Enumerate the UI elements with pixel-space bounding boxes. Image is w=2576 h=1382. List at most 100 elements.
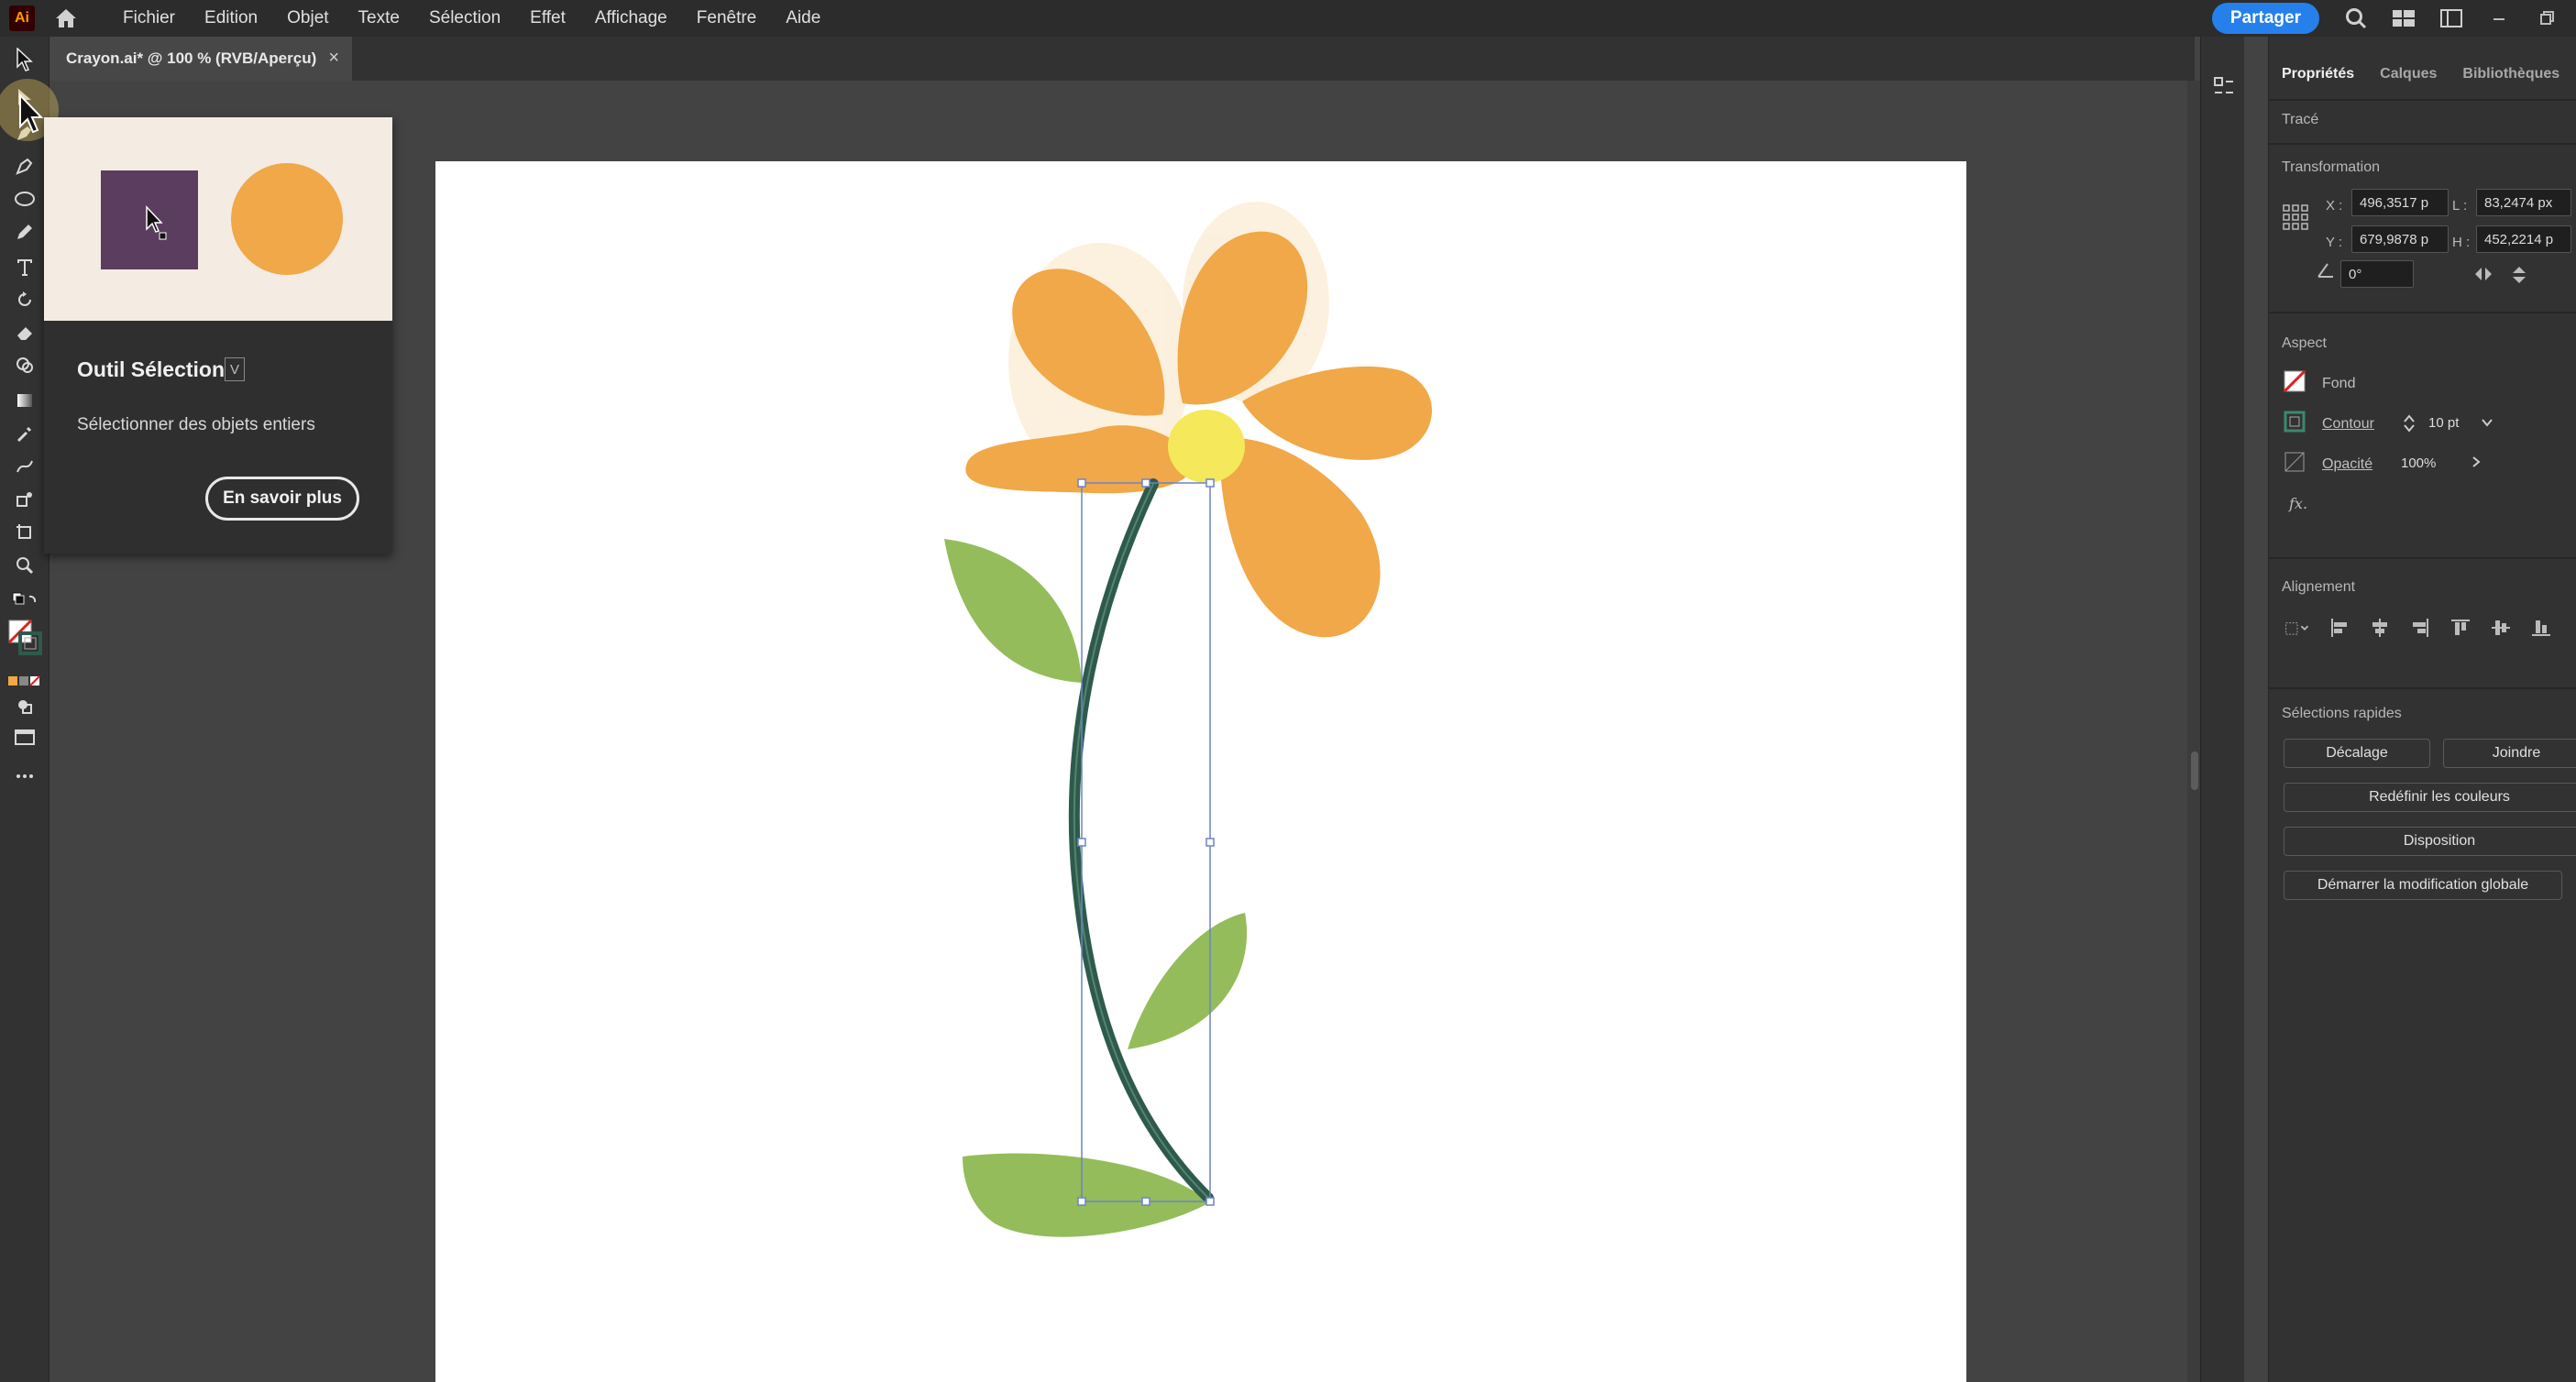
align-left-icon[interactable] — [2326, 614, 2353, 642]
chevron-right-icon[interactable] — [2471, 455, 2482, 474]
recolor-button[interactable]: Redéfinir les couleurs — [2284, 783, 2576, 812]
flip-vertical-icon[interactable] — [2509, 264, 2529, 291]
eyedropper-tool-icon[interactable] — [7, 418, 42, 449]
menu-effet[interactable]: Effet — [515, 0, 580, 37]
document-tab-label: Crayon.ai* @ 100 % (RVB/Aperçu) — [66, 49, 317, 67]
rotation-field[interactable]: 0° — [2340, 260, 2414, 288]
tab-proprietes[interactable]: Propriétés — [2282, 66, 2354, 82]
alignment-title: Alignement — [2282, 579, 2356, 595]
symbol-sprayer-tool-icon[interactable] — [7, 484, 42, 515]
zoom-tool-icon[interactable] — [7, 550, 42, 581]
vertical-scrollbar[interactable] — [2187, 81, 2200, 1382]
join-button[interactable]: Joindre — [2443, 739, 2576, 768]
rotate-tool-icon[interactable] — [7, 284, 42, 315]
app-logo: Ai — [9, 5, 35, 31]
reference-point-icon[interactable] — [2282, 203, 2309, 236]
stroke-label[interactable]: Contour — [2322, 416, 2374, 433]
workspace-icon[interactable] — [2385, 0, 2422, 37]
opacity-field[interactable]: 100% — [2394, 449, 2467, 477]
height-field[interactable]: 452,2214 p — [2476, 225, 2571, 253]
align-top-icon[interactable] — [2447, 614, 2474, 642]
curvature-tool-icon[interactable] — [7, 150, 42, 181]
tooltip-title: Outil Sélection — [77, 357, 226, 381]
minimize-icon[interactable] — [2481, 0, 2517, 37]
artboard-tool-icon[interactable] — [7, 517, 42, 548]
menu-fichier[interactable]: Fichier — [108, 0, 190, 37]
rotate-angle-icon — [2315, 260, 2337, 285]
width-field[interactable]: 83,2474 px — [2476, 189, 2571, 216]
home-icon[interactable] — [51, 4, 81, 33]
menu-affichage[interactable]: Affichage — [580, 0, 682, 37]
fx-button[interactable]: fx. — [2289, 495, 2307, 512]
flip-horizontal-icon[interactable] — [2472, 264, 2494, 289]
align-right-icon[interactable] — [2406, 614, 2434, 642]
opacity-label[interactable]: Opacité — [2322, 456, 2372, 473]
fill-swatch-icon[interactable] — [2283, 369, 2306, 397]
search-icon[interactable] — [2338, 0, 2374, 37]
menu-bar-right: Partager — [2211, 0, 2576, 37]
stroke-weight-field[interactable]: 10 pt — [2421, 409, 2480, 436]
tab-calques[interactable]: Calques — [2380, 66, 2437, 82]
global-edit-button[interactable]: Démarrer la modification globale — [2284, 871, 2562, 900]
pen-tool-icon[interactable] — [7, 117, 42, 148]
screen-mode-icon[interactable] — [7, 722, 42, 753]
preview-square — [101, 170, 198, 269]
properties-tabs: Propriétés Calques Bibliothèques — [2282, 66, 2576, 82]
align-bottom-icon[interactable] — [2527, 614, 2555, 642]
stroke-swatch-icon[interactable] — [2284, 411, 2306, 437]
panel-toggle-icon[interactable] — [2212, 75, 2236, 99]
tooltip-shortcut: V — [225, 357, 245, 381]
artboard[interactable] — [435, 161, 1966, 1382]
ellipse-tool-icon[interactable] — [7, 183, 42, 214]
x-field[interactable]: 496,3517 p — [2351, 189, 2449, 216]
menu-aide[interactable]: Aide — [771, 0, 835, 37]
align-middle-v-icon[interactable] — [2487, 614, 2515, 642]
aspect-title: Aspect — [2282, 335, 2327, 351]
document-tab-bar: Crayon.ai* @ 100 % (RVB/Aperçu) × — [50, 37, 2195, 81]
y-field[interactable]: 679,9878 p — [2351, 225, 2449, 253]
learn-more-button[interactable]: En savoir plus — [205, 477, 359, 521]
eraser-tool-icon[interactable] — [7, 317, 42, 348]
menu-bar: Ai Fichier Edition Objet Texte Sélection… — [0, 0, 2576, 37]
y-label: Y : — [2326, 235, 2343, 250]
offset-path-button[interactable]: Décalage — [2284, 739, 2430, 768]
share-button[interactable]: Partager — [2211, 3, 2319, 34]
properties-panel: Propriétés Calques Bibliothèques Tracé T… — [2268, 37, 2576, 1382]
menu-texte[interactable]: Texte — [344, 0, 414, 37]
tab-bibliotheques[interactable]: Bibliothèques — [2462, 66, 2559, 82]
arrange-button[interactable]: Disposition — [2284, 827, 2576, 856]
pencil-tool-icon[interactable] — [7, 216, 42, 247]
illustrator-window: Ai Fichier Edition Objet Texte Sélection… — [0, 0, 2576, 1382]
align-center-h-icon[interactable] — [2366, 614, 2394, 642]
menu-fenetre[interactable]: Fenêtre — [682, 0, 771, 37]
blend-tool-icon[interactable] — [7, 451, 42, 482]
stroke-stepper-icon[interactable] — [2403, 412, 2416, 439]
direct-selection-tool-icon[interactable] — [7, 82, 42, 114]
tool-tooltip: Outil Sélection V Sélectionner des objet… — [44, 117, 392, 554]
restore-icon[interactable] — [2528, 0, 2565, 37]
fill-stroke-swatch-icon[interactable] — [7, 616, 42, 662]
draw-mode-icon[interactable] — [7, 691, 42, 722]
tooltip-preview — [44, 117, 392, 321]
fill-label: Fond — [2322, 376, 2356, 391]
shape-builder-tool-icon[interactable] — [7, 350, 42, 381]
w-label: L : — [2452, 198, 2468, 214]
menu-list: Fichier Edition Objet Texte Sélection Ef… — [108, 0, 835, 37]
default-colors-icon[interactable] — [7, 585, 42, 616]
type-tool-icon[interactable] — [7, 251, 42, 282]
menu-objet[interactable]: Objet — [272, 0, 343, 37]
close-icon[interactable]: × — [328, 48, 339, 69]
more-tools-icon[interactable] — [7, 761, 42, 792]
arrange-documents-icon[interactable] — [2433, 0, 2470, 37]
tools-panel — [0, 37, 50, 1382]
opacity-icon[interactable] — [2284, 451, 2306, 477]
chevron-down-icon[interactable] — [2480, 416, 2494, 433]
document-tab[interactable]: Crayon.ai* @ 100 % (RVB/Aperçu) × — [50, 37, 352, 81]
scrollbar-thumb[interactable] — [2191, 751, 2198, 790]
menu-selection[interactable]: Sélection — [414, 0, 515, 37]
align-to-icon[interactable] — [2284, 614, 2311, 642]
transformation-title: Transformation — [2282, 159, 2380, 175]
menu-edition[interactable]: Edition — [190, 0, 272, 37]
gradient-tool-icon[interactable] — [7, 385, 42, 416]
selection-tool-icon[interactable] — [7, 44, 42, 75]
